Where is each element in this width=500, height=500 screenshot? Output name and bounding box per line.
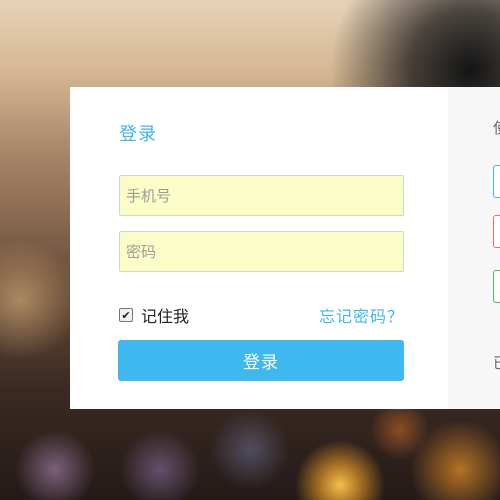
- login-button[interactable]: 登录: [118, 340, 404, 381]
- side-login-option-2[interactable]: [493, 215, 500, 248]
- forgot-password-link[interactable]: 忘记密码？: [319, 303, 404, 327]
- password-input[interactable]: [120, 232, 403, 271]
- password-field[interactable]: [119, 231, 404, 272]
- remember-checkbox[interactable]: ✔: [119, 308, 133, 322]
- side-login-option-1[interactable]: [493, 165, 500, 198]
- checkmark-icon: ✔: [121, 308, 131, 322]
- remember-me[interactable]: ✔ 记住我: [119, 303, 189, 327]
- login-title: 登录: [119, 124, 157, 145]
- remember-label: 记住我: [141, 307, 190, 326]
- side-panel-footer: 已: [493, 352, 500, 373]
- side-panel-heading: 使: [493, 117, 500, 138]
- phone-field[interactable]: [119, 175, 404, 216]
- phone-input[interactable]: [120, 176, 403, 215]
- side-login-option-3[interactable]: [493, 270, 500, 303]
- login-card: 登录 ✔ 记住我 忘记密码？ 登录: [70, 87, 448, 409]
